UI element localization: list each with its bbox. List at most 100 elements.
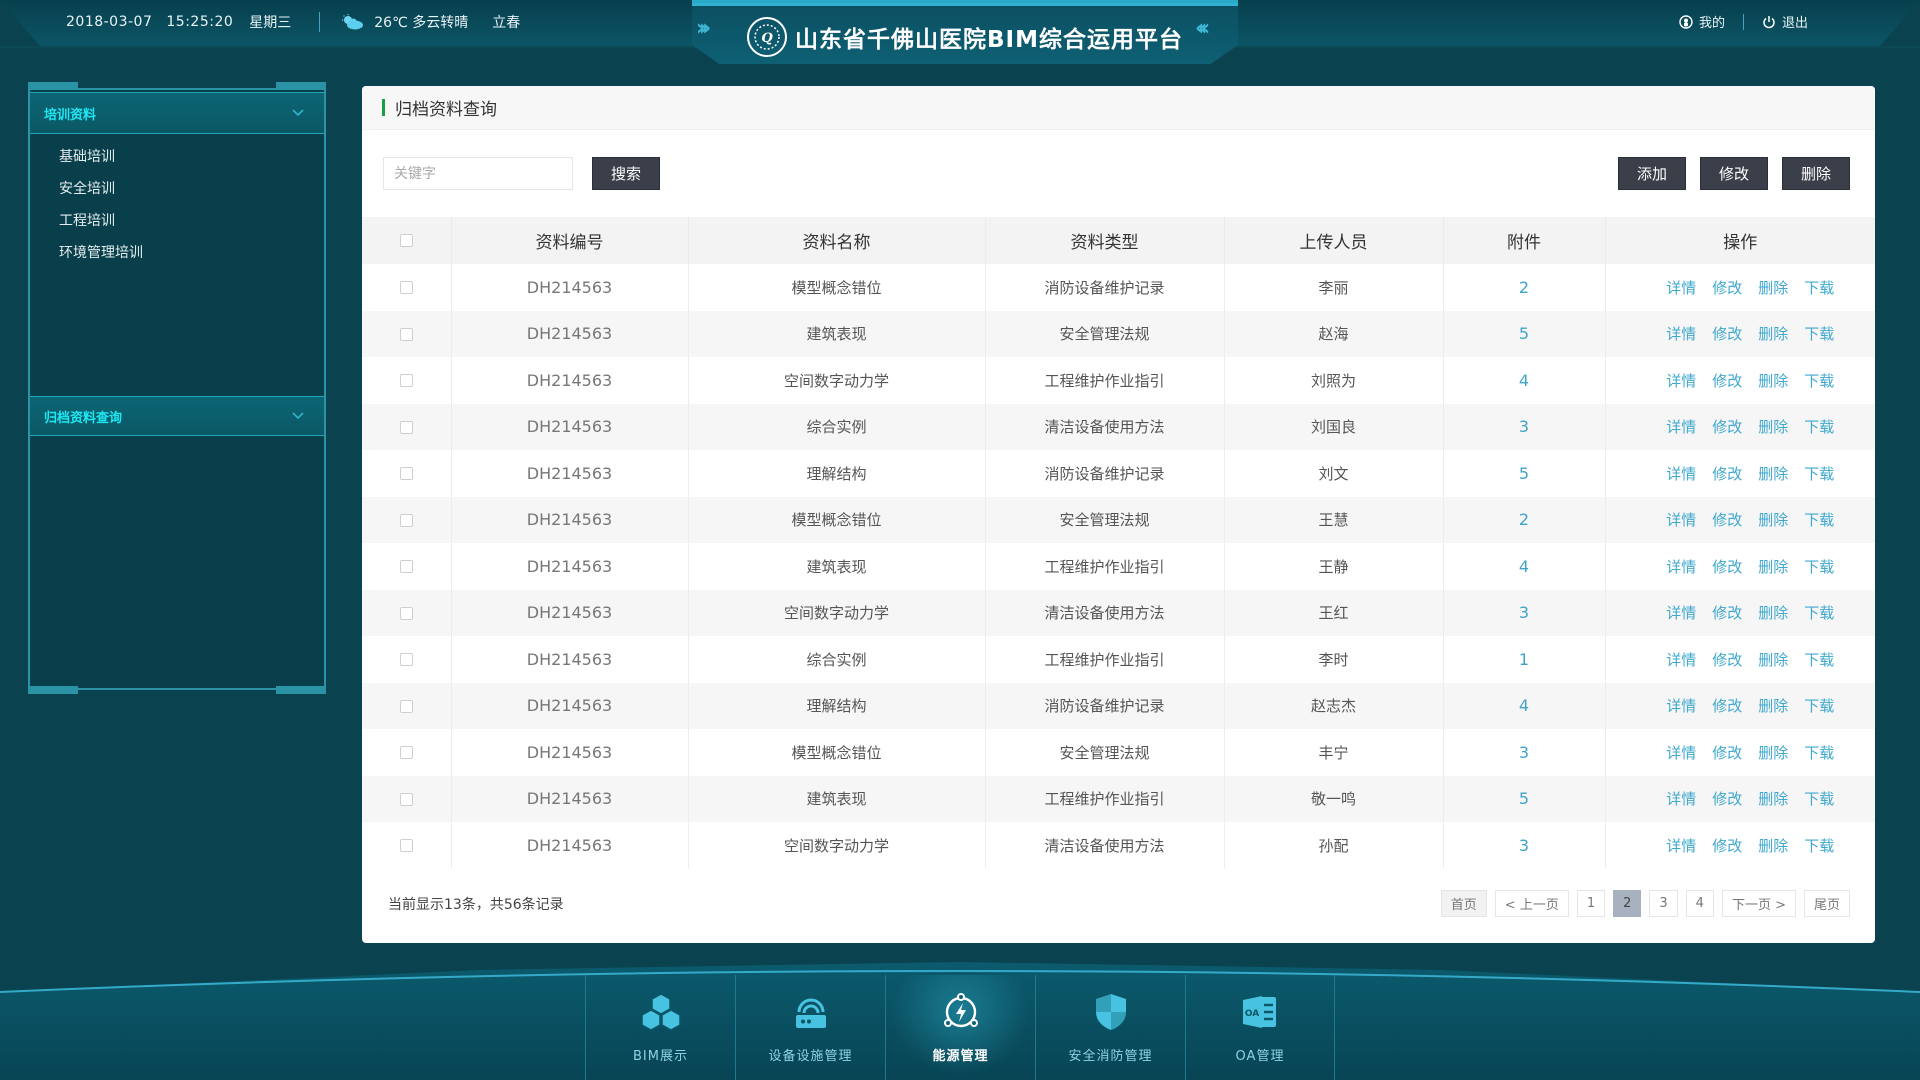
next-page-button[interactable]: 下一页 > (1721, 890, 1796, 917)
sidebar-item-safety-training[interactable]: 安全培训 (30, 172, 324, 204)
row-download-link[interactable]: 下载 (1804, 556, 1834, 577)
row-checkbox[interactable] (399, 839, 413, 853)
nav-item-bim[interactable]: BIM展示 (585, 975, 735, 1080)
row-delete-link[interactable]: 删除 (1758, 556, 1788, 577)
last-page-button[interactable]: 尾页 (1803, 890, 1850, 917)
row-checkbox[interactable] (399, 746, 413, 760)
row-delete-link[interactable]: 删除 (1758, 463, 1788, 484)
nav-item-energy[interactable]: 能源管理 (885, 975, 1035, 1080)
row-delete-link[interactable]: 删除 (1758, 370, 1788, 391)
edit-button[interactable]: 修改 (1700, 157, 1768, 190)
row-download-link[interactable]: 下载 (1804, 649, 1834, 670)
row-edit-link[interactable]: 修改 (1712, 277, 1742, 298)
page-button-1[interactable]: 1 (1576, 890, 1606, 917)
row-download-link[interactable]: 下载 (1804, 277, 1834, 298)
row-detail-link[interactable]: 详情 (1666, 416, 1696, 437)
row-delete-link[interactable]: 删除 (1758, 695, 1788, 716)
row-checkbox[interactable] (399, 467, 413, 481)
row-checkbox[interactable] (399, 606, 413, 620)
column-header-attachments[interactable]: 附件 (1443, 217, 1606, 264)
row-download-link[interactable]: 下载 (1804, 602, 1834, 623)
row-edit-link[interactable]: 修改 (1712, 695, 1742, 716)
row-edit-link[interactable]: 修改 (1712, 323, 1742, 344)
row-checkbox[interactable] (399, 281, 413, 295)
row-detail-link[interactable]: 详情 (1666, 323, 1696, 344)
sidebar-item-basic-training[interactable]: 基础培训 (30, 140, 324, 172)
row-checkbox[interactable] (399, 513, 413, 527)
row-edit-link[interactable]: 修改 (1712, 556, 1742, 577)
row-detail-link[interactable]: 详情 (1666, 463, 1696, 484)
row-checkbox[interactable] (399, 699, 413, 713)
first-page-button[interactable]: 首页 (1440, 890, 1487, 917)
cell-attachments[interactable]: 5 (1443, 310, 1606, 357)
page-button-3[interactable]: 3 (1649, 890, 1678, 917)
row-delete-link[interactable]: 删除 (1758, 649, 1788, 670)
sidebar-item-engineering-training[interactable]: 工程培训 (30, 204, 324, 236)
row-edit-link[interactable]: 修改 (1712, 602, 1742, 623)
column-header-name[interactable]: 资料名称 (688, 217, 986, 264)
cell-attachments[interactable]: 2 (1443, 264, 1606, 311)
row-download-link[interactable]: 下载 (1804, 463, 1834, 484)
cell-attachments[interactable]: 4 (1443, 357, 1606, 404)
row-delete-link[interactable]: 删除 (1758, 788, 1788, 809)
page-button-2-current[interactable]: 2 (1613, 890, 1642, 917)
row-detail-link[interactable]: 详情 (1666, 788, 1696, 809)
page-button-4[interactable]: 4 (1685, 890, 1714, 917)
cell-attachments[interactable]: 3 (1443, 822, 1606, 869)
row-edit-link[interactable]: 修改 (1712, 742, 1742, 763)
row-checkbox[interactable] (399, 420, 413, 434)
sidebar-item-environment-training[interactable]: 环境管理培训 (30, 236, 324, 268)
cell-attachments[interactable]: 5 (1443, 450, 1606, 497)
row-checkbox[interactable] (399, 792, 413, 806)
row-detail-link[interactable]: 详情 (1666, 649, 1696, 670)
row-edit-link[interactable]: 修改 (1712, 835, 1742, 856)
row-delete-link[interactable]: 删除 (1758, 742, 1788, 763)
row-detail-link[interactable]: 详情 (1666, 556, 1696, 577)
cell-attachments[interactable]: 4 (1443, 682, 1606, 729)
row-delete-link[interactable]: 删除 (1758, 835, 1788, 856)
prev-page-button[interactable]: < 上一页 (1494, 890, 1569, 917)
cell-attachments[interactable]: 4 (1443, 543, 1606, 590)
row-download-link[interactable]: 下载 (1804, 416, 1834, 437)
nav-item-oa[interactable]: OA OA管理 (1185, 975, 1335, 1080)
row-detail-link[interactable]: 详情 (1666, 602, 1696, 623)
row-detail-link[interactable]: 详情 (1666, 509, 1696, 530)
row-delete-link[interactable]: 删除 (1758, 277, 1788, 298)
row-edit-link[interactable]: 修改 (1712, 370, 1742, 391)
row-download-link[interactable]: 下载 (1804, 323, 1834, 344)
cell-attachments[interactable]: 3 (1443, 589, 1606, 636)
row-checkbox[interactable] (399, 653, 413, 667)
sidebar-group-training[interactable]: 培训资料 (30, 92, 324, 134)
cell-attachments[interactable]: 3 (1443, 729, 1606, 776)
column-header-uploader[interactable]: 上传人员 (1224, 217, 1444, 264)
row-edit-link[interactable]: 修改 (1712, 649, 1742, 670)
row-delete-link[interactable]: 删除 (1758, 602, 1788, 623)
row-checkbox[interactable] (399, 374, 413, 388)
select-all-checkbox[interactable] (399, 234, 413, 247)
row-detail-link[interactable]: 详情 (1666, 742, 1696, 763)
row-download-link[interactable]: 下载 (1804, 742, 1834, 763)
row-delete-link[interactable]: 删除 (1758, 416, 1788, 437)
row-edit-link[interactable]: 修改 (1712, 788, 1742, 809)
cell-attachments[interactable]: 3 (1443, 403, 1606, 450)
row-download-link[interactable]: 下载 (1804, 788, 1834, 809)
delete-button[interactable]: 删除 (1782, 157, 1850, 190)
nav-item-equipment[interactable]: 设备设施管理 (735, 975, 885, 1080)
cell-attachments[interactable]: 1 (1443, 636, 1606, 683)
row-download-link[interactable]: 下载 (1804, 370, 1834, 391)
nav-item-fire-safety[interactable]: 安全消防管理 (1035, 975, 1185, 1080)
cell-attachments[interactable]: 5 (1443, 775, 1606, 822)
keyword-search-input[interactable] (383, 157, 573, 190)
cell-attachments[interactable]: 2 (1443, 496, 1606, 543)
row-edit-link[interactable]: 修改 (1712, 509, 1742, 530)
row-detail-link[interactable]: 详情 (1666, 695, 1696, 716)
search-button[interactable]: 搜索 (592, 157, 660, 190)
row-detail-link[interactable]: 详情 (1666, 835, 1696, 856)
row-download-link[interactable]: 下载 (1804, 509, 1834, 530)
row-delete-link[interactable]: 删除 (1758, 323, 1788, 344)
row-edit-link[interactable]: 修改 (1712, 416, 1742, 437)
row-download-link[interactable]: 下载 (1804, 835, 1834, 856)
column-header-code[interactable]: 资料编号 (451, 217, 689, 264)
row-detail-link[interactable]: 详情 (1666, 370, 1696, 391)
row-detail-link[interactable]: 详情 (1666, 277, 1696, 298)
